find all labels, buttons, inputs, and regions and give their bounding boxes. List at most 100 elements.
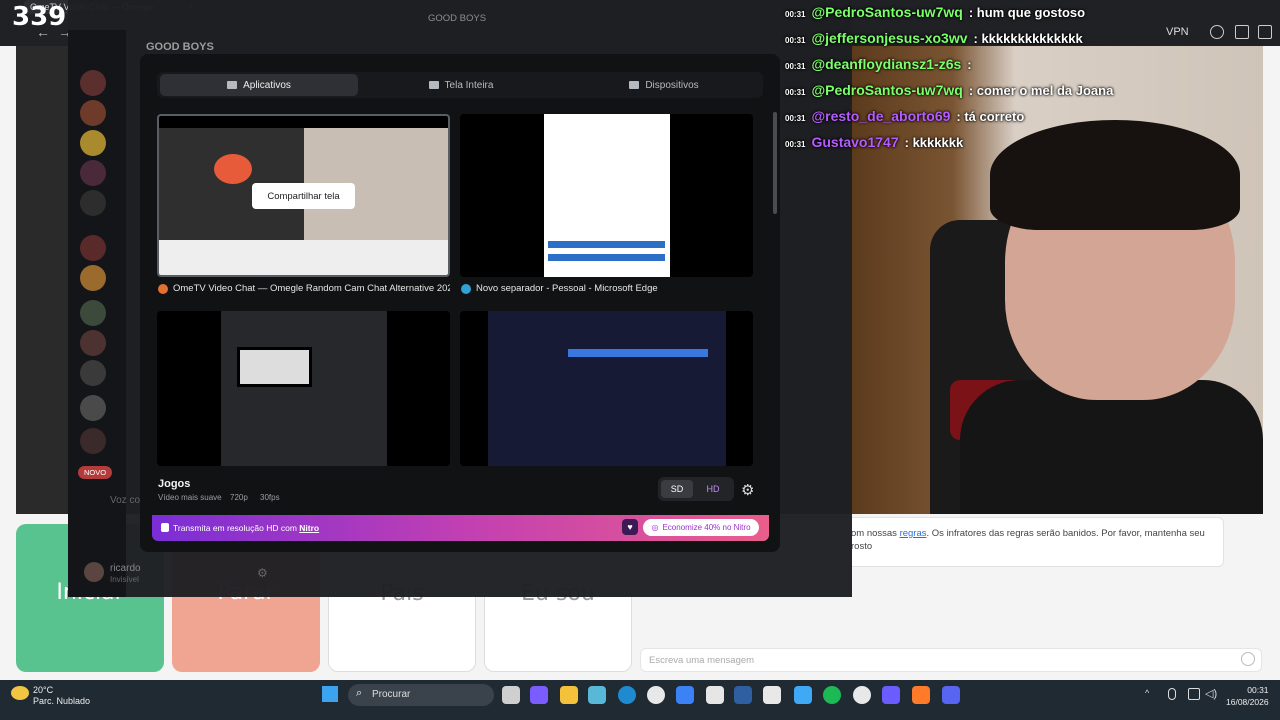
thumb-edge-button-2 bbox=[548, 254, 665, 261]
task-view-icon[interactable] bbox=[502, 686, 520, 704]
chrome-icon[interactable] bbox=[647, 686, 665, 704]
arc-icon[interactable] bbox=[882, 686, 900, 704]
thumb-edge-page bbox=[544, 114, 670, 277]
edge-icon bbox=[461, 283, 471, 294]
server-icon[interactable] bbox=[80, 190, 106, 216]
stream-framerate: 30fps bbox=[260, 493, 280, 502]
chat-message: 00:31 Gustavo1747: kkkkkkk bbox=[785, 134, 963, 150]
chat-text: : comer o mel da Joana bbox=[968, 83, 1114, 98]
store-icon[interactable] bbox=[588, 686, 606, 704]
server-icon[interactable] bbox=[80, 300, 106, 326]
chat-text: : kkkkkkkkkkkkkk bbox=[973, 31, 1083, 46]
thumb-pixcg-content bbox=[488, 311, 726, 466]
overlay-counter: 339 bbox=[12, 2, 67, 32]
taskbar-search[interactable]: Procurar bbox=[348, 684, 494, 706]
telegram-icon[interactable] bbox=[794, 686, 812, 704]
user-status: Invisível bbox=[110, 575, 139, 584]
network-icon[interactable] bbox=[1188, 688, 1200, 700]
chat-time: 00:31 bbox=[785, 62, 806, 71]
chat-time: 00:31 bbox=[785, 114, 806, 123]
window-icon bbox=[227, 81, 238, 89]
stream-settings-icon[interactable]: ⚙ bbox=[741, 481, 754, 499]
camera-icon bbox=[629, 81, 640, 89]
volume-icon[interactable]: ◁) bbox=[1205, 687, 1217, 700]
chrome-icon[interactable] bbox=[853, 686, 871, 704]
chevron-up-icon[interactable]: ^ bbox=[1145, 688, 1149, 698]
modal-scrollbar[interactable] bbox=[773, 112, 777, 214]
windows-start-icon[interactable] bbox=[322, 686, 338, 702]
hd-option[interactable]: HD bbox=[697, 480, 729, 498]
new-badge: NOVO bbox=[78, 466, 113, 479]
nitro-link[interactable]: Nitro bbox=[299, 523, 319, 533]
microphone-icon[interactable] bbox=[1168, 688, 1176, 700]
chat-time: 00:31 bbox=[785, 88, 806, 97]
message-input[interactable]: Escreva uma mensagem bbox=[640, 648, 1262, 672]
system-clock[interactable]: 00:31 16/08/2026 bbox=[1226, 684, 1269, 708]
chat-text: : tá correto bbox=[956, 109, 1025, 124]
window-title-edge: Novo separador - Pessoal - Microsoft Edg… bbox=[461, 283, 753, 294]
server-icon[interactable] bbox=[80, 160, 106, 186]
edge-icon[interactable] bbox=[618, 686, 636, 704]
server-name[interactable]: GOOD BOYS bbox=[146, 41, 214, 53]
vpn-button[interactable]: VPN bbox=[1166, 26, 1189, 38]
server-icon[interactable] bbox=[80, 70, 106, 96]
search-icon: ⌕ bbox=[356, 687, 363, 699]
copilot-icon[interactable] bbox=[530, 686, 548, 704]
share-screen-button[interactable]: Compartilhar tela bbox=[252, 183, 355, 209]
weather-icon[interactable] bbox=[11, 686, 29, 700]
thumb-buttons-row bbox=[159, 240, 448, 275]
heart-icon[interactable]: ♥ bbox=[622, 519, 638, 535]
sd-option[interactable]: SD bbox=[661, 480, 693, 498]
discord-icon[interactable] bbox=[942, 686, 960, 704]
chat-message: 00:31 @deanfloydiansz1-z6s: bbox=[785, 56, 972, 72]
server-icon[interactable] bbox=[80, 265, 106, 291]
window-thumbnail-edge[interactable] bbox=[460, 114, 753, 277]
chat-username: @PedroSantos-uw7wq bbox=[811, 82, 963, 98]
thumb-discord-content bbox=[221, 311, 387, 466]
discord-title: GOOD BOYS bbox=[428, 13, 487, 24]
server-icon[interactable] bbox=[80, 100, 106, 126]
chat-message: 00:31 @PedroSantos-uw7wq : comer o mel da … bbox=[785, 82, 1113, 98]
chat-username: @deanfloydiansz1-z6s bbox=[811, 56, 962, 72]
tab-entire-screen[interactable]: Tela Inteira bbox=[362, 74, 560, 96]
nitro-icon: ◎ bbox=[651, 523, 659, 532]
rules-link[interactable]: regras bbox=[900, 528, 927, 539]
mail-icon[interactable] bbox=[676, 686, 694, 704]
window-thumbnail-discord[interactable] bbox=[157, 311, 450, 466]
voice-status: Voz co bbox=[110, 495, 141, 506]
weather-widget[interactable]: 20°C Parc. Nublado bbox=[33, 685, 90, 707]
settings-icon[interactable] bbox=[706, 686, 724, 704]
server-icon[interactable] bbox=[80, 360, 106, 386]
thumb-discord-video bbox=[237, 347, 312, 387]
avatar[interactable] bbox=[84, 562, 104, 582]
window-thumbnail-pixcg[interactable] bbox=[460, 311, 753, 466]
server-icon[interactable] bbox=[80, 428, 106, 454]
windows-taskbar bbox=[0, 680, 1280, 720]
tab-applications[interactable]: Aplicativos bbox=[160, 74, 358, 96]
user-name[interactable]: ricardo bbox=[110, 563, 141, 574]
firefox-icon bbox=[158, 283, 168, 294]
server-icon[interactable] bbox=[80, 130, 106, 156]
server-icon[interactable] bbox=[80, 235, 106, 261]
spotify-icon[interactable] bbox=[823, 686, 841, 704]
firefox-icon[interactable] bbox=[912, 686, 930, 704]
file-explorer-icon[interactable] bbox=[560, 686, 578, 704]
profile-icon[interactable] bbox=[1210, 25, 1224, 39]
chat-username: @PedroSantos-uw7wq bbox=[811, 4, 963, 20]
person-hair bbox=[990, 120, 1240, 230]
capcut-icon[interactable] bbox=[763, 686, 781, 704]
lock-icon bbox=[161, 523, 169, 532]
emoji-icon[interactable] bbox=[1241, 652, 1255, 666]
nitro-text: Transmita em resolução HD com Nitro bbox=[173, 523, 320, 533]
user-settings-icon[interactable]: ⚙ bbox=[257, 566, 268, 580]
chat-text: : bbox=[967, 57, 972, 72]
server-icon[interactable] bbox=[80, 395, 106, 421]
terminal-icon[interactable] bbox=[734, 686, 752, 704]
nitro-offer-button[interactable]: ◎ Economize 40% no Nitro bbox=[643, 519, 759, 536]
tab-devices[interactable]: Dispositivos bbox=[565, 74, 763, 96]
extensions-icon[interactable] bbox=[1235, 25, 1249, 39]
server-icon[interactable] bbox=[80, 330, 106, 356]
menu-icon[interactable] bbox=[1258, 25, 1272, 39]
discord-title-bar bbox=[126, 8, 852, 32]
thumb-pixcg-buttons bbox=[568, 349, 708, 357]
